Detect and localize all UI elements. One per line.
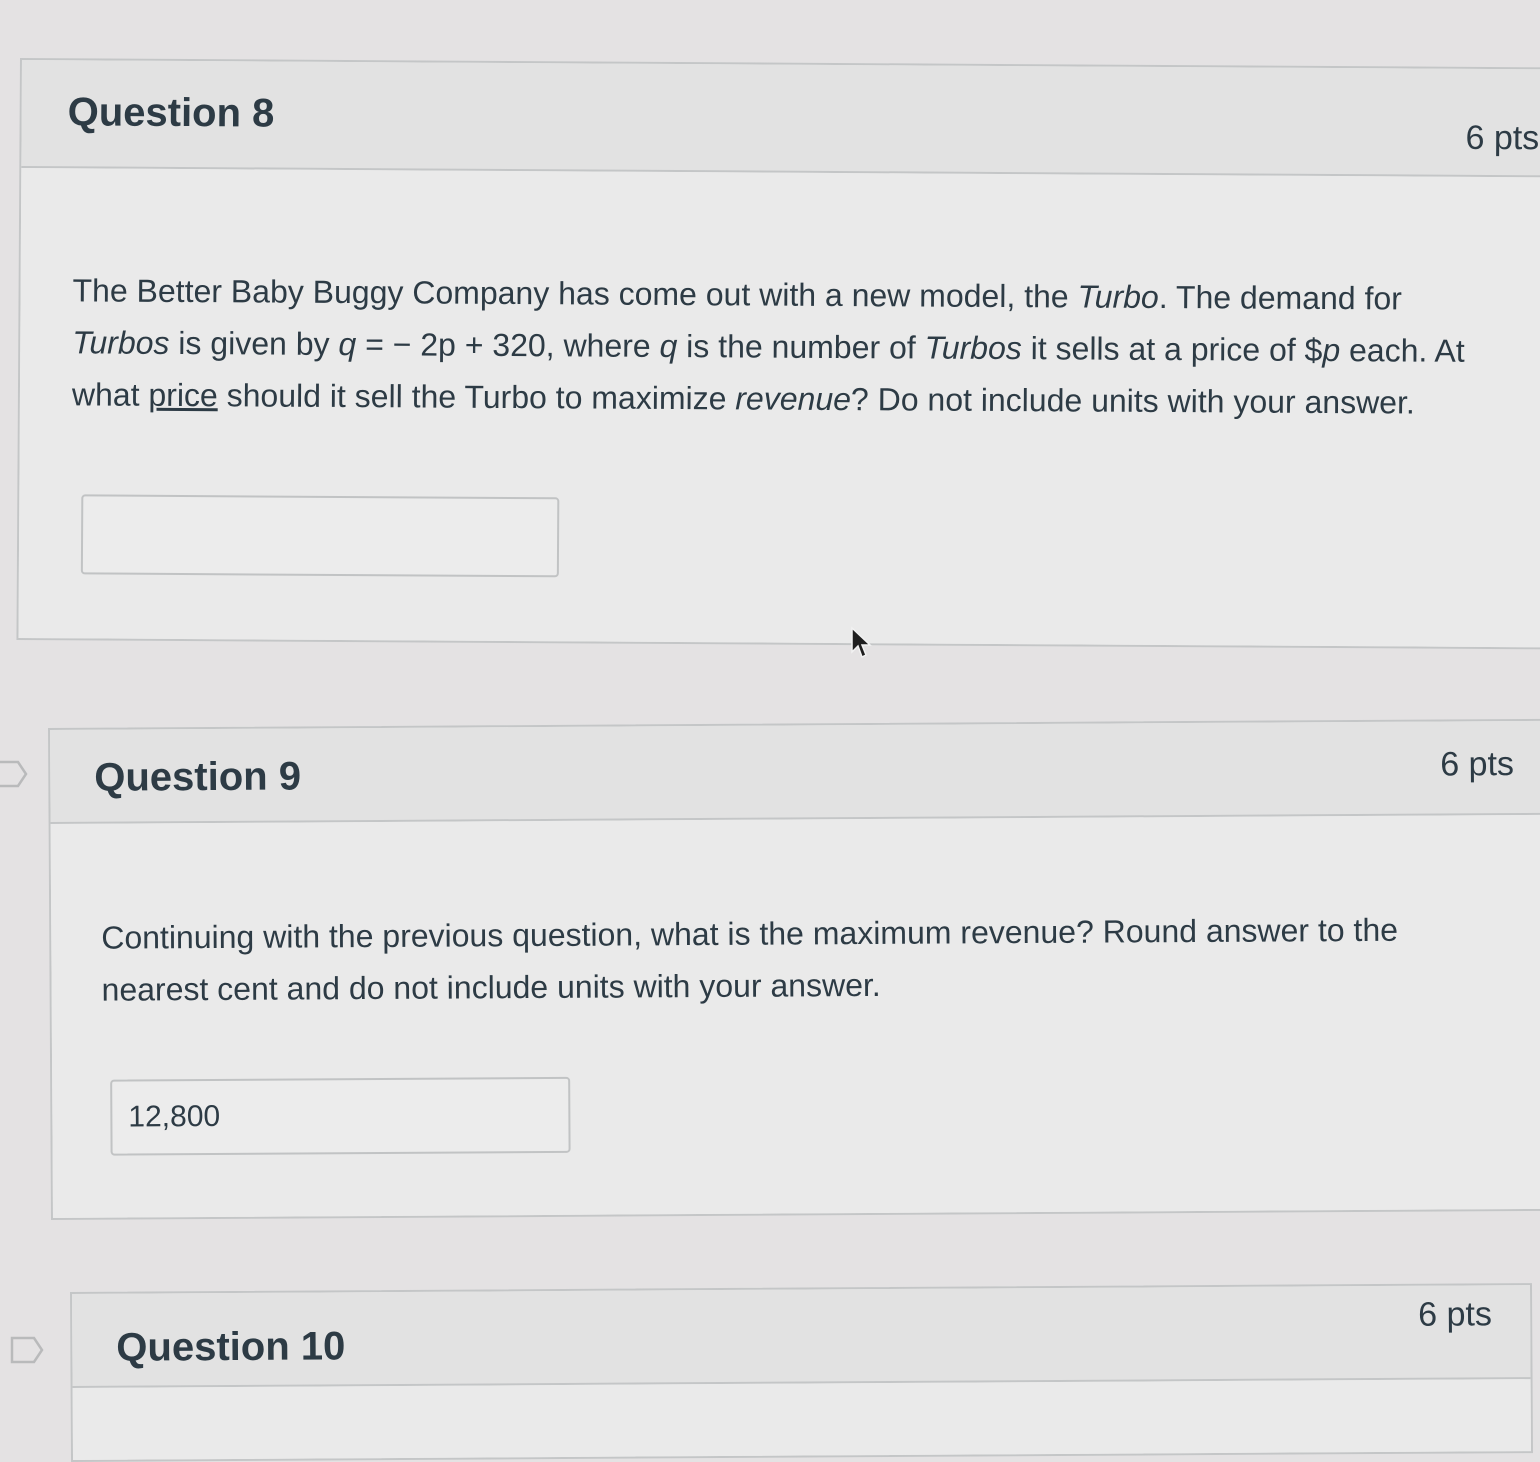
question-8-title: Question 8 (67, 90, 275, 136)
question-10-points: 6 pts (1418, 1295, 1492, 1334)
question-10-title: Question 10 (116, 1324, 346, 1370)
question-9-header: Question 9 6 pts (50, 720, 1540, 824)
question-8-card: Question 8 6 pts The Better Baby Buggy C… (16, 58, 1540, 650)
question-9-title: Question 9 (94, 754, 302, 800)
question-10-header: Question 10 6 pts (72, 1285, 1531, 1388)
question-8-header: Question 8 6 pts (21, 60, 1540, 178)
flag-icon[interactable] (10, 1336, 46, 1364)
question-9-points: 6 pts (1440, 745, 1515, 784)
question-10-body (72, 1379, 1531, 1460)
question-8-body: The Better Baby Buggy Company has come o… (18, 168, 1540, 648)
question-9-answer-input[interactable] (110, 1076, 571, 1156)
question-8-answer-input[interactable] (80, 494, 560, 578)
question-10-card: Question 10 6 pts (70, 1283, 1534, 1462)
mouse-pointer-icon (851, 626, 872, 659)
question-8-text: The Better Baby Buggy Company has come o… (71, 272, 1465, 421)
question-9-text: Continuing with the previous question, w… (101, 911, 1399, 1008)
question-8-points: 6 pts (1465, 118, 1540, 158)
question-9-card: Question 9 6 pts Continuing with the pre… (48, 718, 1540, 1220)
flag-icon[interactable] (0, 760, 30, 788)
question-9-body: Continuing with the previous question, w… (50, 814, 1540, 1218)
